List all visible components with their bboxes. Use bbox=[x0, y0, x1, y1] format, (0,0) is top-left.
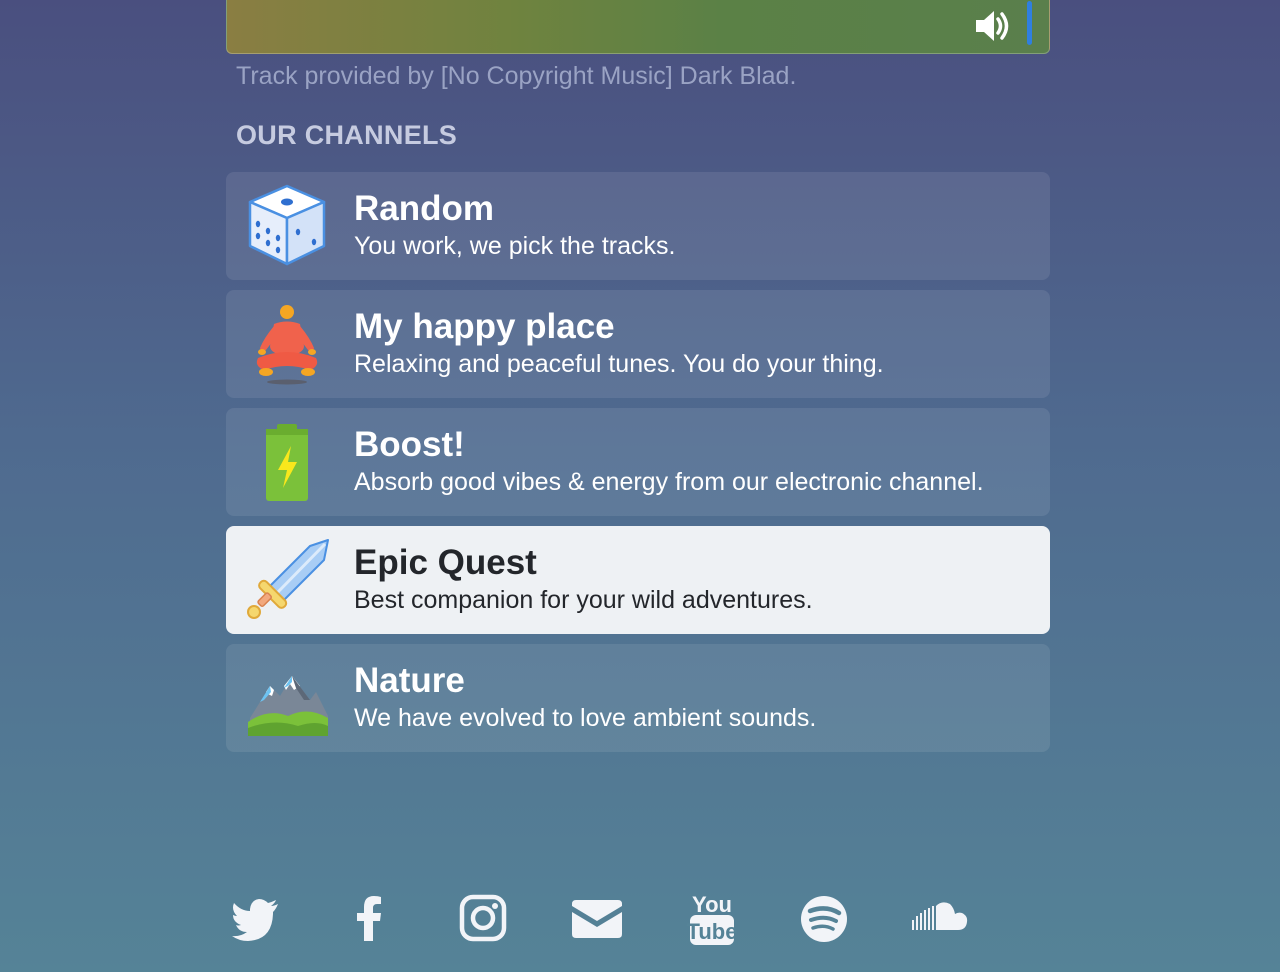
email-icon[interactable] bbox=[568, 888, 628, 948]
channel-nature[interactable]: Nature We have evolved to love ambient s… bbox=[226, 644, 1050, 752]
channel-my-happy-place[interactable]: My happy place Relaxing and peaceful tun… bbox=[226, 290, 1050, 398]
dice-icon bbox=[244, 184, 330, 268]
channel-description: You work, we pick the tracks. bbox=[354, 232, 676, 260]
twitter-icon[interactable] bbox=[226, 888, 286, 948]
sword-icon bbox=[244, 538, 330, 622]
channel-description: Relaxing and peaceful tunes. You do your… bbox=[354, 350, 884, 378]
channel-name: Epic Quest bbox=[354, 543, 537, 582]
channel-description: We have evolved to love ambient sounds. bbox=[354, 704, 817, 732]
channel-random[interactable]: Random You work, we pick the tracks. bbox=[226, 172, 1050, 280]
channel-description: Best companion for your wild adventures. bbox=[354, 586, 813, 614]
channel-description: Absorb good vibes & energy from our elec… bbox=[354, 468, 984, 496]
channel-name: My happy place bbox=[354, 307, 615, 346]
track-credit: Track provided by [No Copyright Music] D… bbox=[236, 62, 797, 90]
meditation-icon bbox=[244, 302, 330, 386]
soundcloud-icon[interactable] bbox=[910, 888, 970, 948]
spotify-icon[interactable] bbox=[796, 888, 856, 948]
channel-name: Boost! bbox=[354, 425, 465, 464]
volume-slider[interactable] bbox=[1027, 1, 1032, 45]
facebook-icon[interactable] bbox=[340, 888, 400, 948]
youtube-you-label: You bbox=[692, 892, 732, 917]
audio-player bbox=[226, 0, 1050, 54]
channel-boost[interactable]: Boost! Absorb good vibes & energy from o… bbox=[226, 408, 1050, 516]
section-title: OUR CHANNELS bbox=[236, 120, 458, 150]
youtube-icon[interactable]: You Tube bbox=[682, 888, 742, 948]
instagram-icon[interactable] bbox=[454, 888, 514, 948]
volume-icon[interactable] bbox=[973, 7, 1013, 45]
mountain-icon bbox=[244, 656, 330, 740]
youtube-tube-label: Tube bbox=[687, 919, 738, 944]
channel-name: Random bbox=[354, 189, 494, 228]
battery-icon bbox=[244, 420, 330, 504]
channel-epic-quest[interactable]: Epic Quest Best companion for your wild … bbox=[226, 526, 1050, 634]
channel-name: Nature bbox=[354, 661, 465, 700]
social-links: You Tube bbox=[226, 888, 986, 948]
